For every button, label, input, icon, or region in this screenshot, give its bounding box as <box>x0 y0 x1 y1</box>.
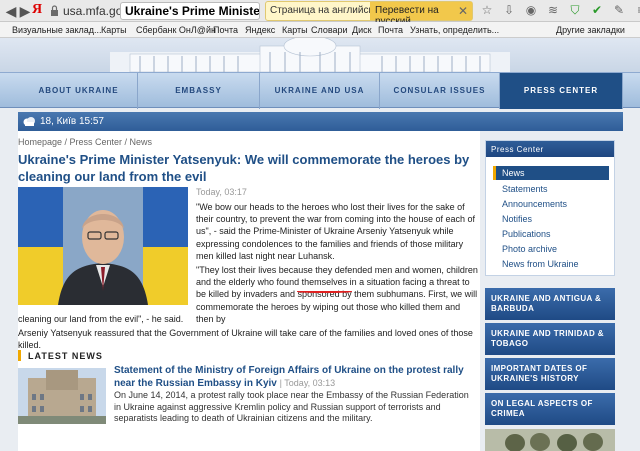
page-tab-title[interactable]: Ukraine's Prime Ministe... <box>120 2 260 20</box>
sidebar-item-publications[interactable]: Publications <box>502 229 551 239</box>
lock-icon <box>51 5 58 16</box>
menu-about-ukraine[interactable]: ABOUT UKRAINE <box>20 73 138 109</box>
shield-icon[interactable]: ⛉ <box>568 3 582 18</box>
soldiers-banner-image[interactable] <box>485 429 615 451</box>
banner-legal-aspects-crimea[interactable]: ON LEGAL ASPECTS OF CRIMEA <box>485 393 615 425</box>
press-center-heading: Press Center <box>486 141 614 157</box>
bookmark-item[interactable]: Яндекс <box>245 25 275 35</box>
banner-trinidad-tobago[interactable]: UKRAINE AND TRINIDAD & TOBAGO <box>485 323 615 355</box>
latest-news-heading: LATEST NEWS <box>28 351 103 361</box>
menu-embassy[interactable]: EMBASSY <box>138 73 260 109</box>
capitol-building-image <box>110 38 510 72</box>
article-paragraph: Arseniy Yatsenyuk reassured that the Gov… <box>18 328 473 351</box>
main-content: Homepage / Press Center / News Ukraine's… <box>18 131 480 451</box>
weather-bar: 18, Київ 15:57 <box>18 112 623 131</box>
section-marker <box>18 350 21 361</box>
article-paragraph: cleaning our land from the evil", - he s… <box>18 314 184 324</box>
soldiers-image <box>485 429 615 451</box>
bookmark-item[interactable]: Визуальные заклад... <box>12 25 102 35</box>
translate-bar: Страница на английском Перевести на русс… <box>265 1 473 27</box>
pen-icon[interactable]: ✎ <box>612 3 626 18</box>
press-center-box: Press Center News Statements Announcemen… <box>485 140 615 276</box>
red-underline-annotation <box>297 290 352 293</box>
page-title: Ukraine's Prime Minister Yatsenyuk: We w… <box>18 152 470 184</box>
sidebar-item-announcements[interactable]: Announcements <box>502 199 567 209</box>
yatsenyuk-photo <box>18 187 188 305</box>
news-title-link[interactable]: Statement of the Ministry of Foreign Aff… <box>114 365 474 390</box>
news-thumbnail[interactable] <box>18 368 106 424</box>
bookmark-item[interactable]: Сбербанк ОнЛ@йн <box>136 25 216 35</box>
main-menu: ABOUT UKRAINE EMBASSY UKRAINE AND USA CO… <box>0 72 640 109</box>
download-icon[interactable]: ⇩ <box>502 3 516 18</box>
cloud-icon <box>23 117 35 126</box>
browser-extensions: ☆ ⇩ ◉ ≋ ⛉ ✔ ✎ ≡ <box>480 3 640 18</box>
menu-press-center[interactable]: PRESS CENTER <box>500 73 623 109</box>
site-header-banner <box>0 38 640 72</box>
ministry-building-image <box>18 368 106 424</box>
weather-text: 18, Київ 15:57 <box>40 116 104 127</box>
star-icon[interactable]: ☆ <box>480 3 494 18</box>
bookmark-item[interactable]: Почта <box>213 25 238 35</box>
translate-button[interactable]: Перевести на русский <box>370 2 472 27</box>
article-photo <box>18 187 188 305</box>
feed-icon[interactable]: ≋ <box>546 3 560 18</box>
article-paragraph: "We bow our heads to the heroes who lost… <box>196 202 475 261</box>
article-date: Today, 03:17 <box>196 187 247 197</box>
banner-important-dates[interactable]: IMPORTANT DATES OF UKRAINE'S HISTORY <box>485 358 615 390</box>
sidebar-item-notifies[interactable]: Notifies <box>502 214 532 224</box>
close-icon[interactable]: ✕ <box>458 4 468 18</box>
news-date: | Today, 03:13 <box>279 378 336 388</box>
menu-icon[interactable]: ≡ <box>634 3 640 18</box>
sidebar-item-photo-archive[interactable]: Photo archive <box>502 244 557 254</box>
bookmark-item[interactable]: Узнать, определить... <box>410 25 499 35</box>
menu-ukraine-and-usa[interactable]: UKRAINE AND USA <box>260 73 380 109</box>
extension-icon[interactable]: ◉ <box>524 3 538 18</box>
check-icon[interactable]: ✔ <box>590 3 604 18</box>
bookmark-item[interactable]: Карты <box>282 25 308 35</box>
translate-original-label[interactable]: Страница на английском <box>270 5 385 16</box>
browser-toolbar: ◀ ▶ Я usa.mfa.gov.ua Ukraine's Prime Min… <box>0 0 640 27</box>
breadcrumb[interactable]: Homepage / Press Center / News <box>18 137 152 147</box>
other-bookmarks[interactable]: Другие закладки <box>556 25 625 35</box>
bookmarks-bar: Визуальные заклад... Карты Сбербанк ОнЛ@… <box>0 22 640 38</box>
news-summary: On June 14, 2014, a protest rally took p… <box>114 390 469 423</box>
sidebar-item-news[interactable]: News <box>493 166 609 180</box>
forward-arrow-icon[interactable]: ▶ <box>17 3 33 19</box>
banner-antigua-barbuda[interactable]: UKRAINE AND ANTIGUA & BARBUDA <box>485 288 615 320</box>
bookmark-item[interactable]: Почта <box>378 25 403 35</box>
bookmark-item[interactable]: Словари <box>311 25 348 35</box>
bookmark-item[interactable]: Карты <box>101 25 127 35</box>
bookmark-item[interactable]: Диск <box>352 25 372 35</box>
sidebar-item-news-from-ukraine[interactable]: News from Ukraine <box>502 259 579 269</box>
sidebar: Press Center News Statements Announcemen… <box>485 140 615 451</box>
sidebar-item-statements[interactable]: Statements <box>502 184 548 194</box>
yandex-logo[interactable]: Я <box>32 2 42 18</box>
menu-consular-issues[interactable]: CONSULAR ISSUES <box>380 73 500 109</box>
